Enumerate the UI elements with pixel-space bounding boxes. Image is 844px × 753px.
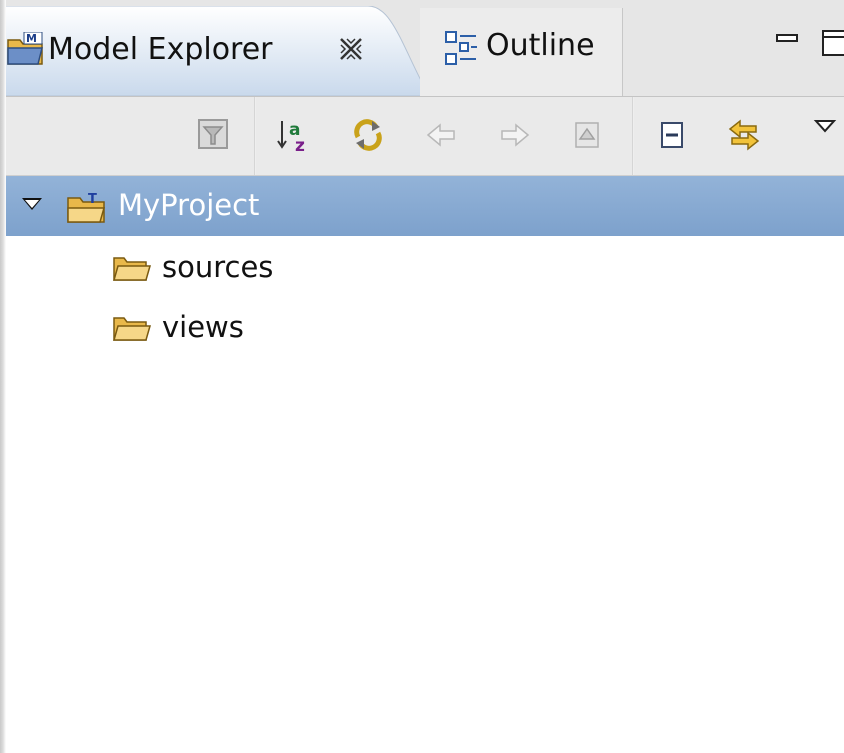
sort-alphabetical-icon: a z [277,120,305,153]
go-up-button[interactable] [566,113,610,157]
sync-icon [354,119,382,151]
folder-icon [112,312,152,346]
back-button[interactable] [420,113,464,157]
collapse-all-button[interactable] [650,113,694,157]
tab-label: Model Explorer [48,32,273,67]
back-arrow-icon [426,123,455,147]
close-icon[interactable] [338,36,364,62]
tree-row-sources[interactable]: sources [6,238,844,298]
filter-button[interactable] [192,113,236,157]
svg-text:M: M [26,32,37,45]
tab-model-explorer[interactable]: M Model Explorer [0,6,440,96]
tab-outline[interactable]: Outline [420,8,623,96]
tree-item-label: sources [162,250,274,284]
view-frame-border [0,0,6,753]
tree-row-project[interactable]: T MyProject [6,176,844,236]
maximize-icon[interactable] [822,30,844,56]
view-toolbar: a z [6,97,844,176]
toolbar-separator [254,97,256,175]
toolbar-separator [632,97,634,175]
svg-text:z: z [295,136,305,153]
folder-icon [112,252,152,286]
tree-item-label: views [162,310,244,344]
expand-twisty-icon[interactable] [22,198,42,210]
go-up-icon [575,122,599,148]
forward-arrow-icon [501,123,530,147]
collapse-all-icon [661,122,683,148]
tab-label: Outline [486,28,595,63]
model-tree: T MyProject sources views [6,176,844,753]
minimize-icon[interactable] [776,34,798,42]
view-menu-button[interactable] [800,113,844,157]
tree-item-label: MyProject [118,188,260,222]
sync-button[interactable] [346,113,390,157]
view-tab-strip: M Model Explorer Outline [0,0,844,97]
project-icon: T [66,190,108,228]
link-with-editor-button[interactable] [722,113,766,157]
forward-button[interactable] [492,113,536,157]
view-menu-icon [813,120,837,133]
outline-icon [444,30,478,70]
link-with-editor-icon [728,119,760,151]
model-explorer-view: M Model Explorer Outline a z T MyProject… [0,0,844,753]
svg-text:T: T [88,192,97,207]
filter-icon [198,119,228,149]
tree-row-views[interactable]: views [6,298,844,358]
sort-button[interactable]: a z [272,113,316,157]
